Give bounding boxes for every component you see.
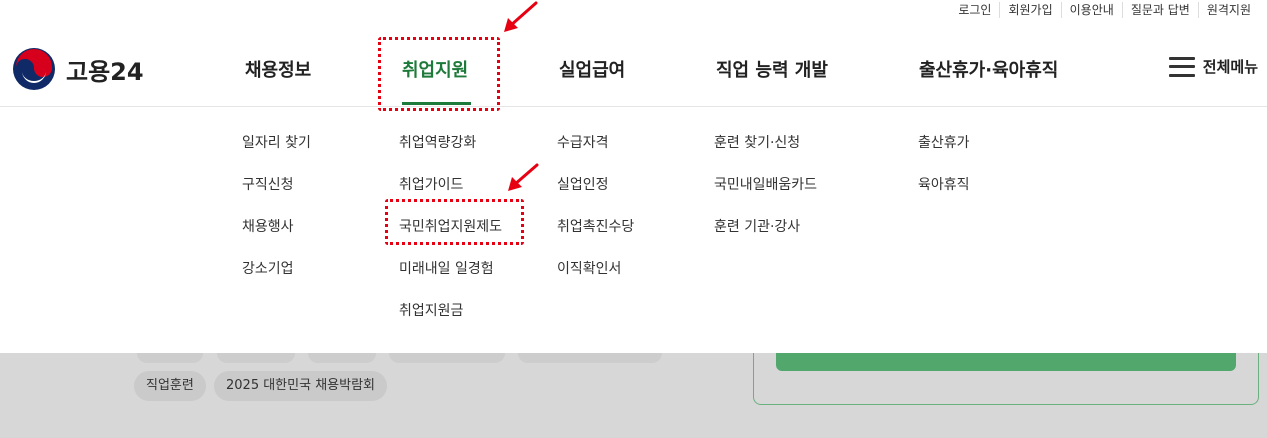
remote-support-link[interactable]: 원격지원 bbox=[1197, 2, 1259, 18]
submenu-col-leave: 출산휴가 육아휴직 bbox=[918, 134, 970, 218]
gnb-recruit-info[interactable]: 채용정보 bbox=[245, 56, 311, 82]
main-header: 고용24 채용정보 취업지원 실업급여 직업 능력 개발 출산휴가·육아휴직 전… bbox=[0, 30, 1267, 107]
submenu-item[interactable]: 취업촉진수당 bbox=[557, 218, 634, 260]
submenu-item[interactable]: 수급자격 bbox=[557, 134, 634, 176]
submenu-item[interactable]: 육아휴직 bbox=[918, 176, 970, 218]
gnb-unemployment-benefit[interactable]: 실업급여 bbox=[559, 56, 625, 82]
submenu-item[interactable]: 훈련 기관·강사 bbox=[714, 218, 817, 260]
login-link[interactable]: 로그인 bbox=[950, 2, 999, 18]
keyword-chip-partial[interactable] bbox=[308, 353, 376, 363]
submenu-item[interactable]: 국민내일배움카드 bbox=[714, 176, 817, 218]
submenu-col-skill-development: 훈련 찾기·신청 국민내일배움카드 훈련 기관·강사 bbox=[714, 134, 817, 260]
submenu-item[interactable]: 출산휴가 bbox=[918, 134, 970, 176]
submenu-item[interactable]: 실업인정 bbox=[557, 176, 634, 218]
green-action-button[interactable] bbox=[776, 353, 1236, 371]
side-panel-box bbox=[753, 353, 1259, 405]
submenu-item[interactable]: 채용행사 bbox=[242, 218, 311, 260]
submenu-item[interactable]: 강소기업 bbox=[242, 260, 311, 302]
signup-link[interactable]: 회원가입 bbox=[999, 2, 1060, 18]
logo-text: 고용24 bbox=[66, 57, 144, 86]
all-menu-button[interactable]: 전체메뉴 bbox=[1168, 56, 1258, 77]
keyword-chip-partial[interactable] bbox=[518, 353, 662, 363]
red-arrow-icon bbox=[508, 163, 539, 191]
keyword-chip-partial[interactable] bbox=[137, 353, 203, 363]
keyword-chip-partial[interactable] bbox=[217, 353, 295, 363]
highlight-box-submenu bbox=[385, 199, 524, 245]
submenu-item[interactable]: 훈련 찾기·신청 bbox=[714, 134, 817, 176]
gnb-job-skill-development[interactable]: 직업 능력 개발 bbox=[716, 56, 828, 82]
submenu-col-recruit: 일자리 찾기 구직신청 채용행사 강소기업 bbox=[242, 134, 311, 302]
red-arrow-icon bbox=[504, 1, 538, 32]
submenu-col-unemployment: 수급자격 실업인정 취업촉진수당 이직확인서 bbox=[557, 134, 634, 302]
submenu-item[interactable]: 구직신청 bbox=[242, 176, 311, 218]
guide-link[interactable]: 이용안내 bbox=[1060, 2, 1122, 18]
taegeuk-logo-icon bbox=[13, 48, 55, 90]
keyword-chip[interactable]: 2025 대한민국 채용박람회 bbox=[214, 371, 387, 401]
page-content-background: 직업훈련 2025 대한민국 채용박람회 bbox=[0, 353, 1267, 438]
keyword-chip[interactable]: 직업훈련 bbox=[134, 371, 206, 401]
mega-menu-dropdown: 일자리 찾기 구직신청 채용행사 강소기업 취업역량강화 취업가이드 국민취업지… bbox=[0, 108, 1267, 353]
submenu-item[interactable]: 미래내일 일경험 bbox=[399, 260, 502, 302]
hamburger-icon bbox=[1168, 56, 1195, 77]
utility-links: 로그인 회원가입 이용안내 질문과 답변 원격지원 bbox=[950, 2, 1259, 18]
logo[interactable]: 고용24 bbox=[12, 47, 144, 91]
all-menu-label: 전체메뉴 bbox=[1202, 58, 1258, 76]
keyword-chip-partial[interactable] bbox=[389, 353, 505, 363]
submenu-item[interactable]: 일자리 찾기 bbox=[242, 134, 311, 176]
submenu-item[interactable]: 취업역량강화 bbox=[399, 134, 502, 176]
highlight-box-gnb bbox=[378, 37, 500, 111]
submenu-item[interactable]: 이직확인서 bbox=[557, 260, 634, 302]
submenu-item[interactable]: 취업지원금 bbox=[399, 302, 502, 344]
gnb-maternity-parental-leave[interactable]: 출산휴가·육아휴직 bbox=[919, 56, 1058, 82]
qna-link[interactable]: 질문과 답변 bbox=[1121, 2, 1198, 18]
